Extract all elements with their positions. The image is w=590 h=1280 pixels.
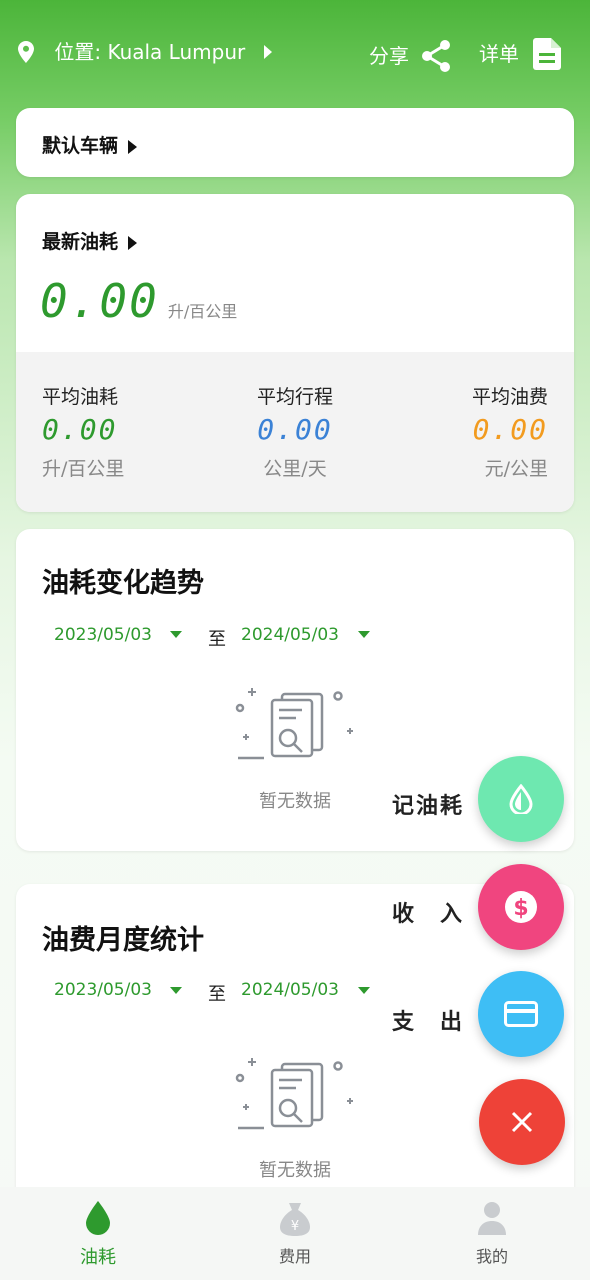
fab-income-label[interactable]: 收 入 (392, 896, 464, 928)
stat-avg-consumption: 平均油耗 0.00 升/百公里 (42, 382, 124, 481)
stat-label: 平均油费 (471, 386, 548, 408)
stat-value: 0.00 (472, 413, 548, 446)
dropdown-caret-icon (358, 987, 370, 994)
share-button[interactable]: 分享 (369, 40, 451, 72)
empty-data-icon (235, 688, 353, 760)
chevron-right-icon (128, 139, 138, 154)
close-icon (511, 1111, 533, 1133)
stat-label: 平均油耗 (42, 386, 119, 408)
document-icon (533, 38, 562, 70)
top-bar: 位置: Kuala Lumpur 分享 详单 (0, 0, 590, 100)
latest-unit: 升/百公里 (167, 302, 238, 321)
fab-fuel-label[interactable]: 记油耗 (392, 788, 464, 820)
person-icon (478, 1202, 506, 1235)
fab-expense-button[interactable] (478, 971, 564, 1057)
latest-title: 最新油耗 (42, 231, 119, 253)
fab-fuel-button[interactable] (478, 756, 564, 842)
stat-unit: 公里/天 (263, 458, 327, 480)
nav-item-mine[interactable]: 我的 (394, 1187, 590, 1280)
location-button[interactable]: 位置: Kuala Lumpur (18, 38, 272, 64)
nav-label: 费用 (278, 1247, 311, 1266)
fab-income-button[interactable]: $ (478, 864, 564, 950)
latest-title-link[interactable]: 最新油耗 (42, 227, 138, 254)
svg-text:$: $ (513, 896, 528, 921)
start-date: 2023/05/03 (54, 625, 152, 645)
stat-value: 0.00 (257, 413, 333, 446)
stats-panel: 平均油耗 0.00 升/百公里 平均行程 0.00 公里/天 平均油费 0.00… (16, 352, 574, 512)
fab-close-button[interactable] (479, 1079, 565, 1165)
dollar-coin-icon: $ (505, 891, 537, 923)
empty-text: 暂无数据 (259, 1160, 331, 1181)
stat-avg-cost: 平均油费 0.00 元/公里 (472, 382, 548, 481)
vehicle-title: 默认车辆 (42, 135, 119, 157)
nav-item-fuel[interactable]: 油耗 (0, 1187, 196, 1280)
stat-unit: 升/百公里 (42, 458, 125, 480)
nav-item-cost[interactable]: ¥ 费用 (197, 1187, 393, 1280)
start-date: 2023/05/03 (54, 980, 152, 1000)
detail-label: 详单 (479, 42, 519, 66)
share-icon (422, 40, 451, 72)
dropdown-caret-icon (170, 987, 182, 994)
location-text: 位置: Kuala Lumpur (54, 39, 246, 64)
drop-icon (509, 784, 533, 814)
nav-label: 油耗 (80, 1247, 116, 1268)
share-label: 分享 (369, 44, 409, 68)
stat-value: 0.00 (42, 413, 118, 446)
to-label: 至 (208, 629, 226, 650)
fab-expense-label[interactable]: 支 出 (392, 1004, 464, 1036)
location-arrow-icon (263, 44, 272, 59)
nav-label: 我的 (475, 1247, 508, 1266)
vehicle-card[interactable]: 默认车辆 (16, 108, 574, 177)
stat-avg-distance: 平均行程 0.00 公里/天 (195, 382, 395, 481)
stat-unit: 元/公里 (484, 458, 548, 480)
chevron-right-icon (128, 235, 138, 250)
to-label: 至 (208, 984, 226, 1005)
latest-value: 0.00 (40, 274, 159, 328)
monthly-title: 油费月度统计 (42, 925, 204, 956)
svg-text:¥: ¥ (291, 1219, 299, 1234)
dropdown-caret-icon (358, 631, 370, 638)
end-date: 2024/05/03 (241, 980, 339, 1000)
bottom-nav: 油耗 ¥ 费用 我的 (0, 1187, 590, 1280)
stat-label: 平均行程 (256, 386, 333, 408)
dropdown-caret-icon (170, 631, 182, 638)
money-bag-icon: ¥ (280, 1203, 310, 1236)
end-date: 2024/05/03 (241, 625, 339, 645)
drop-icon (86, 1201, 110, 1235)
credit-card-icon (504, 1001, 538, 1027)
location-pin-icon (18, 40, 34, 63)
latest-fuel-card: 最新油耗 0.00 升/百公里 平均油耗 0.00 升/百公里 平均行程 0.0… (16, 194, 574, 512)
detail-button[interactable]: 详单 (479, 38, 562, 70)
empty-data-icon (235, 1058, 353, 1130)
trend-title: 油耗变化趋势 (42, 568, 204, 599)
